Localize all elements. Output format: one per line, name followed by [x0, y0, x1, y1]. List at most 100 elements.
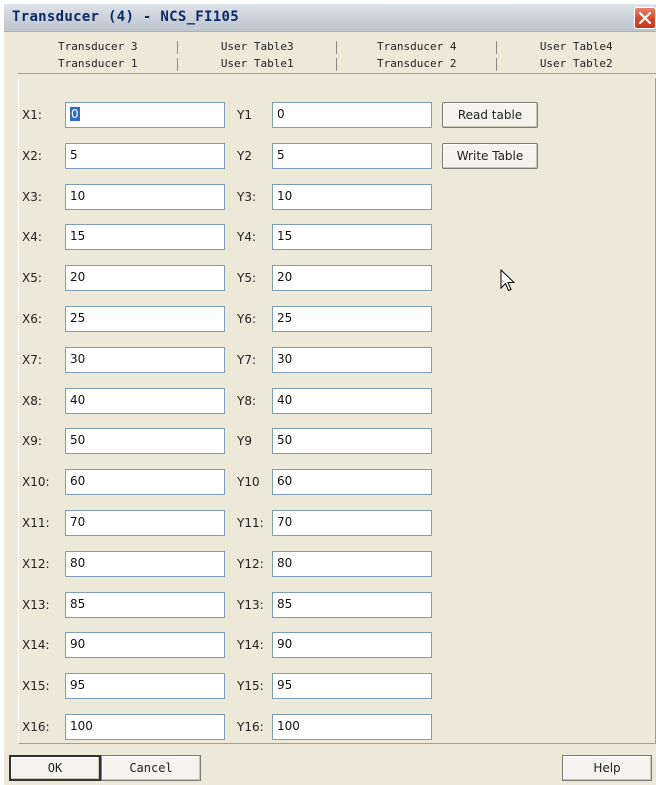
y-value-text: 100: [277, 719, 300, 733]
x-label: X5:: [22, 271, 42, 285]
y-value-text: 15: [277, 229, 293, 243]
x-value-field[interactable]: 20: [65, 265, 225, 291]
tab-transducer-4[interactable]: Transducer 4: [337, 38, 497, 56]
read-table-button[interactable]: Read table: [442, 102, 538, 128]
x-value-text: 30: [70, 352, 86, 366]
y-label: Y14:: [237, 638, 264, 652]
title-bar[interactable]: Transducer (4) - NCS_FI105: [4, 4, 656, 32]
y-value-field[interactable]: 95: [272, 673, 432, 699]
x-value-field[interactable]: 80: [65, 551, 225, 577]
x-value-field[interactable]: 5: [65, 143, 225, 169]
x-value-text: 25: [70, 311, 86, 325]
x-value-text: 5: [70, 148, 78, 162]
y-label: Y7:: [237, 353, 257, 367]
x-value-text: 90: [70, 637, 86, 651]
tab-user-table1[interactable]: User Table1: [177, 55, 337, 73]
y-value-field[interactable]: 10: [272, 184, 432, 210]
y-value-field[interactable]: 60: [272, 469, 432, 495]
table-row: X5: 20 Y5: 20: [4, 265, 444, 291]
y-value-field[interactable]: 80: [272, 551, 432, 577]
x-value-field[interactable]: 50: [65, 428, 225, 454]
cancel-button[interactable]: Cancel: [101, 755, 201, 781]
x-label: X15:: [22, 679, 50, 693]
y-label: Y6:: [237, 312, 257, 326]
y-value-field[interactable]: 85: [272, 592, 432, 618]
tab-transducer-3[interactable]: Transducer 3: [18, 38, 178, 56]
y-value-field[interactable]: 20: [272, 265, 432, 291]
table-row: X8: 40 Y8: 40: [4, 388, 444, 414]
x-value-text: 60: [70, 474, 86, 488]
dialog-footer: OK Cancel Help: [4, 750, 656, 785]
x-value-field[interactable]: 100: [65, 714, 225, 740]
y-value-text: 60: [277, 474, 293, 488]
y-value-text: 95: [277, 678, 293, 692]
x-value-field[interactable]: 85: [65, 592, 225, 618]
table-row: X10: 60 Y10 60: [4, 469, 444, 495]
y-value-field[interactable]: 90: [272, 632, 432, 658]
x-label: X10:: [22, 475, 50, 489]
x-value-field[interactable]: 90: [65, 632, 225, 658]
x-value-field[interactable]: 40: [65, 388, 225, 414]
x-value-field[interactable]: 10: [65, 184, 225, 210]
table-row: X11: 70 Y11: 70: [4, 510, 444, 536]
table-row: X9: 50 Y9 50: [4, 428, 444, 454]
x-value-field[interactable]: 30: [65, 347, 225, 373]
tab-user-table4[interactable]: User Table4: [497, 38, 656, 56]
x-value-text: 70: [70, 515, 86, 529]
x-label: X6:: [22, 312, 42, 326]
x-label: X7:: [22, 353, 42, 367]
y-label: Y5:: [237, 271, 257, 285]
y-value-field[interactable]: 25: [272, 306, 432, 332]
x-label: X4:: [22, 230, 42, 244]
x-label: X16:: [22, 720, 50, 734]
y-value-field[interactable]: 40: [272, 388, 432, 414]
y-label: Y3:: [237, 190, 257, 204]
write-table-button[interactable]: Write Table: [442, 143, 538, 169]
x-value-field[interactable]: 25: [65, 306, 225, 332]
y-value-field[interactable]: 70: [272, 510, 432, 536]
y-label: Y10: [237, 475, 260, 489]
table-row: X14: 90 Y14: 90: [4, 632, 444, 658]
x-value-field[interactable]: 15: [65, 224, 225, 250]
x-label: X11:: [22, 516, 50, 530]
help-button[interactable]: Help: [562, 755, 652, 781]
x-value-text: 85: [70, 597, 86, 611]
table-row: X1: 0 Y1 0: [4, 102, 444, 128]
y-label: Y16:: [237, 720, 264, 734]
y-value-field[interactable]: 30: [272, 347, 432, 373]
y-value-text: 5: [277, 148, 285, 162]
x-label: X13:: [22, 598, 50, 612]
tab-transducer-1[interactable]: Transducer 1: [18, 55, 178, 73]
tab-row-front: Transducer 1 User Table1 Transducer 2 User …: [18, 55, 656, 74]
x-value-field[interactable]: 0: [65, 102, 225, 128]
x-label: X14:: [22, 638, 50, 652]
tab-user-table3[interactable]: User Table3: [178, 38, 338, 56]
close-button[interactable]: [634, 7, 656, 29]
y-value-field[interactable]: 0: [272, 102, 432, 128]
x-value-text: 40: [70, 393, 86, 407]
y-value-field[interactable]: 50: [272, 428, 432, 454]
x-value-field[interactable]: 60: [65, 469, 225, 495]
y-value-field[interactable]: 5: [272, 143, 432, 169]
y-value-field[interactable]: 100: [272, 714, 432, 740]
table-row: X3: 10 Y3: 10: [4, 184, 444, 210]
y-label: Y1: [237, 108, 252, 122]
x-value-text: 10: [70, 189, 86, 203]
x-value-field[interactable]: 95: [65, 673, 225, 699]
x-value-text: 15: [70, 229, 86, 243]
x-label: X2:: [22, 149, 42, 163]
x-value-text: 0: [70, 107, 80, 121]
table-row: X13: 85 Y13: 85: [4, 592, 444, 618]
tab-user-table2[interactable]: User Table2: [497, 55, 656, 73]
ok-button[interactable]: OK: [9, 755, 101, 781]
tab-transducer-2[interactable]: Transducer 2: [337, 55, 497, 73]
y-value-text: 40: [277, 393, 293, 407]
table-row: X4: 15 Y4: 15: [4, 224, 444, 250]
x-value-field[interactable]: 70: [65, 510, 225, 536]
x-value-text: 20: [70, 270, 86, 284]
y-label: Y11:: [237, 516, 264, 530]
mouse-pointer-icon: [500, 269, 516, 292]
y-value-field[interactable]: 15: [272, 224, 432, 250]
y-value-text: 70: [277, 515, 293, 529]
table-row: X7: 30 Y7: 30: [4, 347, 444, 373]
